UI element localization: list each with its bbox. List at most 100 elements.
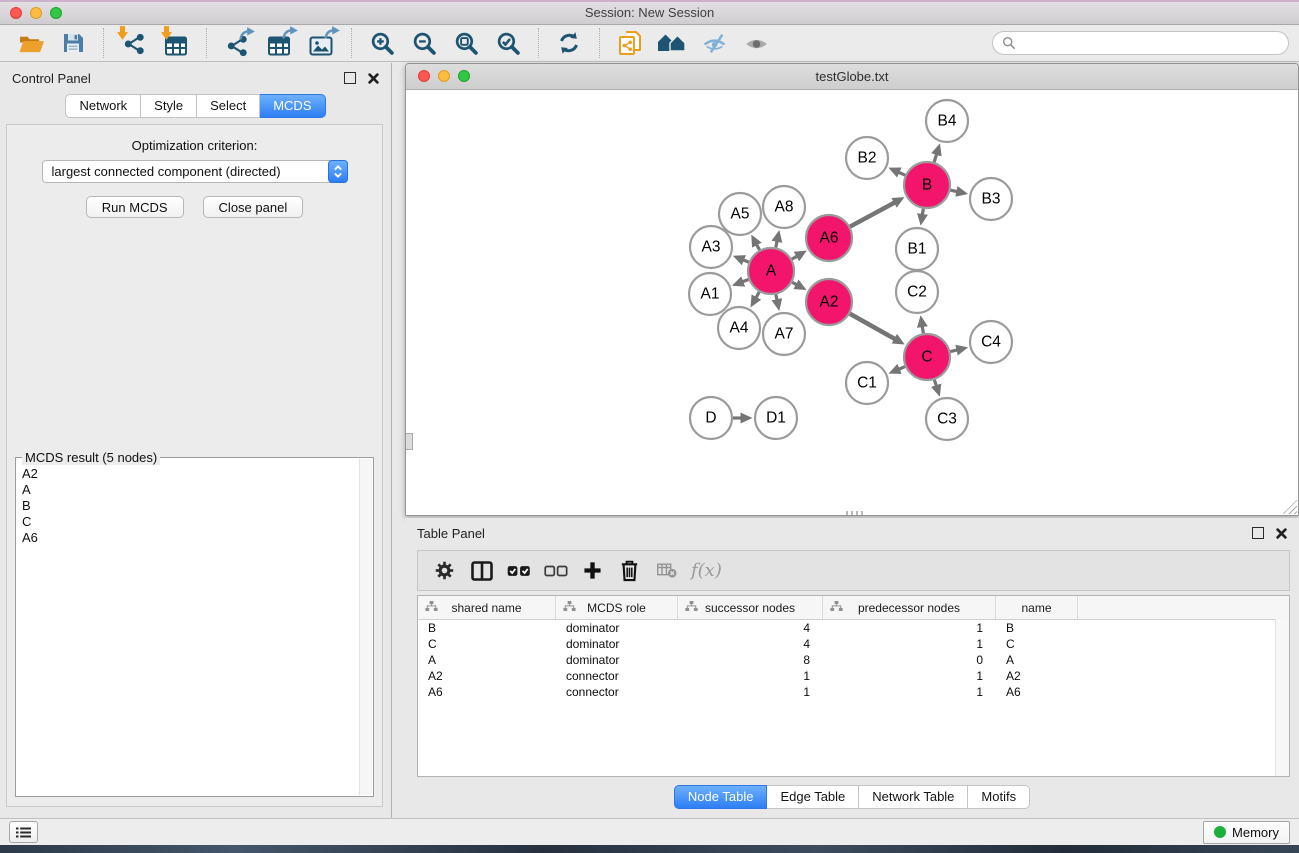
network-close-button[interactable] <box>418 70 430 82</box>
column-header-predecessor-nodes[interactable]: predecessor nodes <box>823 596 996 619</box>
table-cell[interactable]: 1 <box>678 685 823 699</box>
graph-node-A7[interactable]: A7 <box>763 313 805 355</box>
table-cell[interactable]: 4 <box>678 637 823 651</box>
table-cell[interactable]: 0 <box>823 653 996 667</box>
graph-edge-A-A8[interactable] <box>776 240 777 247</box>
graph-edge-B-B3[interactable] <box>950 190 957 192</box>
task-history-button[interactable] <box>9 821 38 843</box>
table-cell[interactable]: dominator <box>556 653 678 667</box>
import-table-button[interactable] <box>155 27 197 59</box>
table-cell[interactable]: A <box>996 653 1078 667</box>
table-tab-node-table[interactable]: Node Table <box>674 785 768 809</box>
mcds-result-item[interactable]: A2 <box>22 466 354 482</box>
graph-node-A8[interactable]: A8 <box>763 186 805 228</box>
mcds-result-item[interactable]: A <box>22 482 354 498</box>
table-scrollbar[interactable] <box>1275 619 1289 776</box>
close-table-panel-icon[interactable] <box>1276 528 1287 539</box>
graph-node-B[interactable]: B <box>904 162 950 208</box>
float-panel-button[interactable] <box>344 72 356 84</box>
zoom-in-button[interactable] <box>361 27 403 59</box>
graph-edge-A-A3[interactable] <box>743 260 749 262</box>
network-zoom-button[interactable] <box>458 70 470 82</box>
table-row[interactable]: Cdominator41C <box>418 636 1289 652</box>
network-canvas[interactable]: B4B2BB3A8A5A6A3B1AA1C2A2A4A7C4CC1C3DD1 <box>406 90 1298 515</box>
delete-columns-icon[interactable] <box>611 555 648 587</box>
table-cell[interactable]: dominator <box>556 637 678 651</box>
select-all-checkboxes-icon[interactable] <box>500 555 537 587</box>
graph-node-C1[interactable]: C1 <box>846 362 888 404</box>
graph-edge-A-A6[interactable] <box>792 256 798 259</box>
close-window-button[interactable] <box>10 7 22 19</box>
canvas-side-handle[interactable] <box>406 433 413 450</box>
table-cell[interactable]: B <box>418 621 556 635</box>
table-cell[interactable]: 1 <box>823 621 996 635</box>
delete-table-icon[interactable] <box>648 555 685 587</box>
table-cell[interactable]: C <box>996 637 1078 651</box>
add-column-icon[interactable] <box>574 555 611 587</box>
tab-style[interactable]: Style <box>141 94 197 118</box>
graph-node-A3[interactable]: A3 <box>690 226 732 268</box>
zoom-selected-button[interactable] <box>487 27 529 59</box>
graph-edge-A2-C[interactable] <box>850 314 896 340</box>
table-cell[interactable]: 1 <box>823 685 996 699</box>
deselect-all-checkboxes-icon[interactable] <box>537 555 574 587</box>
graph-node-A2[interactable]: A2 <box>806 279 852 325</box>
graph-edge-A-A2[interactable] <box>792 282 797 285</box>
graph-node-A6[interactable]: A6 <box>806 215 852 261</box>
graph-node-C4[interactable]: C4 <box>970 321 1012 363</box>
mcds-result-item[interactable]: C <box>22 514 354 530</box>
graph-edge-A-A1[interactable] <box>742 279 749 282</box>
graph-node-D1[interactable]: D1 <box>755 397 797 439</box>
memory-button[interactable]: Memory <box>1203 821 1290 844</box>
result-list-scrollbar[interactable] <box>359 459 372 795</box>
table-cell[interactable]: A <box>418 653 556 667</box>
canvas-bottom-handle[interactable] <box>846 511 866 515</box>
graph-edge-B-B4[interactable] <box>934 153 937 162</box>
graph-edge-C-C4[interactable] <box>950 350 958 352</box>
table-cell[interactable]: B <box>996 621 1078 635</box>
mcds-result-item[interactable]: A6 <box>22 530 354 546</box>
first-neighbors-button[interactable] <box>651 27 693 59</box>
graph-node-C3[interactable]: C3 <box>926 398 968 440</box>
table-cell[interactable]: A2 <box>418 669 556 683</box>
table-tab-network-table[interactable]: Network Table <box>859 785 968 809</box>
table-row[interactable]: A2connector11A2 <box>418 668 1289 684</box>
table-cell[interactable]: connector <box>556 685 678 699</box>
graph-node-C[interactable]: C <box>904 334 950 380</box>
table-cell[interactable]: 1 <box>823 637 996 651</box>
column-layout-icon[interactable] <box>463 555 500 587</box>
export-network-button[interactable] <box>216 27 258 59</box>
graph-edge-A-A5[interactable] <box>756 244 759 250</box>
graph-node-A5[interactable]: A5 <box>719 193 761 235</box>
open-file-button[interactable] <box>10 27 52 59</box>
show-all-button[interactable] <box>735 27 777 59</box>
graph-node-A1[interactable]: A1 <box>689 273 731 315</box>
mcds-result-item[interactable]: B <box>22 498 354 514</box>
table-row[interactable]: Bdominator41B <box>418 620 1289 636</box>
column-header-name[interactable]: name <box>996 596 1078 619</box>
optimization-criterion-select[interactable]: largest connected component (directed) <box>42 160 348 183</box>
table-tab-motifs[interactable]: Motifs <box>968 785 1030 809</box>
run-mcds-button[interactable]: Run MCDS <box>86 196 184 218</box>
graph-node-B1[interactable]: B1 <box>896 228 938 270</box>
tab-mcds[interactable]: MCDS <box>260 94 325 118</box>
save-session-button[interactable] <box>52 27 94 59</box>
new-network-from-selection-button[interactable] <box>609 27 651 59</box>
graph-node-D[interactable]: D <box>690 397 732 439</box>
network-minimize-button[interactable] <box>438 70 450 82</box>
close-panel-button[interactable]: Close panel <box>203 196 304 218</box>
graph-node-B4[interactable]: B4 <box>926 100 968 142</box>
table-cell[interactable]: A6 <box>996 685 1078 699</box>
graph-node-A[interactable]: A <box>748 248 794 294</box>
table-cell[interactable]: 1 <box>823 669 996 683</box>
graph-edge-C-C3[interactable] <box>934 380 936 387</box>
graph-edge-B-B2[interactable] <box>898 172 905 175</box>
search-input[interactable] <box>1021 35 1279 52</box>
minimize-window-button[interactable] <box>30 7 42 19</box>
close-panel-icon[interactable] <box>368 73 379 84</box>
table-row[interactable]: Adominator80A <box>418 652 1289 668</box>
tab-select[interactable]: Select <box>197 94 260 118</box>
column-header-shared-name[interactable]: shared name <box>418 596 556 619</box>
column-settings-gear-icon[interactable] <box>426 555 463 587</box>
zoom-fit-button[interactable] <box>445 27 487 59</box>
